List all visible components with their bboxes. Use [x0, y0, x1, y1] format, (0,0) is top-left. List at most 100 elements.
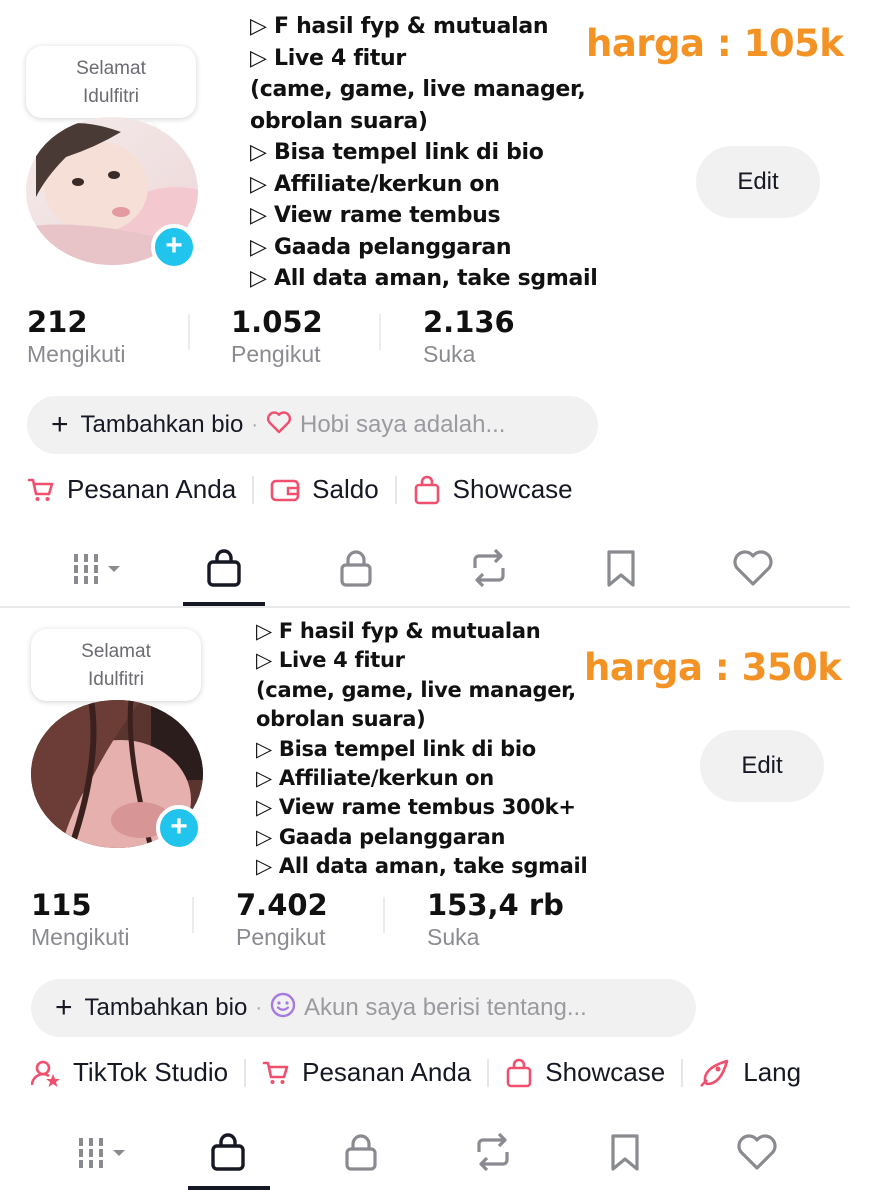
repost-icon — [473, 548, 505, 588]
edit-profile-button[interactable]: Edit — [700, 730, 824, 802]
cart-icon — [27, 478, 54, 501]
grid-menu-icon — [79, 1138, 125, 1168]
panel-separator — [0, 606, 850, 608]
bookmark-icon — [611, 1134, 639, 1171]
tab-reposts[interactable] — [463, 1122, 523, 1182]
add-bio-label: Tambahkan bio — [80, 411, 244, 438]
heart-icon — [733, 550, 773, 586]
shortcut-row: TikTok Studio Pesanan Anda Showcase Lang — [31, 1057, 859, 1088]
greeting-line-2: Idulfitri — [88, 669, 144, 690]
shortcut-divider — [244, 1058, 247, 1087]
add-bio-button[interactable]: + Tambahkan bio · Akun saya berisi tenta… — [31, 979, 696, 1037]
active-tab-indicator — [188, 1186, 270, 1190]
shortcut-label: Showcase — [452, 474, 573, 504]
feature-line: ▷ Gaada pelanggaran — [256, 824, 506, 849]
bio-separator-dot: · — [255, 996, 262, 1019]
bookmark-icon — [607, 550, 635, 587]
shortcut-label: Pesanan Anda — [302, 1057, 472, 1087]
stat-following[interactable]: 115 Mengikuti — [31, 888, 129, 952]
stat-divider — [379, 314, 381, 350]
tab-shop[interactable] — [198, 1122, 258, 1182]
tab-liked[interactable] — [727, 1122, 787, 1182]
tab-favorites[interactable] — [595, 1122, 655, 1182]
edit-profile-button[interactable]: Edit — [696, 146, 820, 218]
stat-followers[interactable]: 7.402 Pengikut — [236, 888, 328, 952]
shopping-bag-icon — [506, 1058, 532, 1087]
add-story-plus-button[interactable]: + — [151, 224, 197, 270]
greeting-line-2: Idulfitri — [83, 86, 139, 107]
wallet-icon — [270, 479, 300, 501]
grid-menu-icon — [74, 554, 120, 584]
stat-followers[interactable]: 1.052 Pengikut — [231, 305, 323, 369]
plus-icon: + — [51, 408, 69, 441]
profile-panel-1: Selamat Idulfitri + ▷ F hasil fyp & mutu… — [0, 0, 872, 606]
greeting-bubble: Selamat Idulfitri — [26, 46, 196, 118]
shortcut-showcase[interactable]: Showcase — [413, 474, 573, 505]
tab-private[interactable] — [331, 1122, 391, 1182]
feature-line: obrolan suara) — [250, 108, 428, 134]
feature-line: ▷ Affiliate/kerkun on — [250, 171, 500, 197]
feature-line: ▷ F hasil fyp & mutualan — [250, 14, 549, 39]
shortcut-label: TikTok Studio — [73, 1057, 229, 1087]
stat-divider — [383, 897, 385, 933]
bio-hint: Akun saya berisi tentang... — [303, 994, 587, 1021]
price-label: harga : 350k — [584, 646, 842, 689]
bio-separator-dot: · — [251, 413, 258, 436]
stat-divider — [188, 314, 190, 350]
shortcut-showcase[interactable]: Showcase — [505, 1057, 665, 1088]
tab-reposts[interactable] — [459, 538, 519, 598]
add-bio-label: Tambahkan bio — [84, 994, 248, 1021]
feature-line: ▷ Bisa tempel link di bio — [250, 140, 544, 165]
stat-divider — [192, 897, 194, 933]
shortcut-label: Saldo — [312, 474, 379, 504]
shortcut-row: Pesanan Anda Saldo Showcase — [27, 474, 573, 505]
cart-icon — [262, 1061, 289, 1084]
content-tabs — [0, 538, 872, 608]
stat-label: Pengikut — [236, 924, 326, 950]
shortcut-lang[interactable]: Lang — [699, 1057, 801, 1088]
features-list: ▷ F hasil fyp & mutualan ▷ Live 4 fitur … — [250, 11, 598, 295]
feature-line: ▷ View rame tembus 300k+ — [256, 795, 576, 820]
tab-shop[interactable] — [194, 538, 254, 598]
tab-videos-grid[interactable] — [70, 538, 130, 598]
feature-line: ▷ Live 4 fitur — [256, 648, 405, 673]
feature-line: obrolan suara) — [256, 707, 426, 732]
repost-icon — [477, 1132, 509, 1172]
stat-label: Mengikuti — [31, 924, 130, 950]
stat-value: 153,4 rb — [427, 888, 564, 922]
shop-bag-icon — [207, 549, 241, 587]
shortcut-orders[interactable]: Pesanan Anda — [262, 1057, 471, 1088]
shop-bag-icon — [211, 1133, 245, 1171]
shortcut-divider — [487, 1058, 490, 1087]
tab-private[interactable] — [326, 538, 386, 598]
greeting-line-1: Selamat — [81, 641, 151, 662]
shortcut-label: Lang — [743, 1057, 802, 1087]
feature-line: ▷ All data aman, take sgmail — [250, 266, 598, 291]
heart-outline-icon — [266, 410, 292, 441]
shortcut-label: Pesanan Anda — [67, 474, 237, 504]
shortcut-tiktok-studio[interactable]: TikTok Studio — [31, 1057, 228, 1088]
features-list: ▷ F hasil fyp & mutualan ▷ Live 4 fitur … — [256, 617, 588, 882]
stat-likes[interactable]: 153,4 rb Suka — [427, 888, 564, 952]
add-story-plus-button[interactable]: + — [156, 805, 202, 851]
shortcut-divider — [681, 1058, 684, 1087]
shortcut-orders[interactable]: Pesanan Anda — [27, 474, 236, 505]
tab-favorites[interactable] — [591, 538, 651, 598]
stat-likes[interactable]: 2.136 Suka — [423, 305, 515, 369]
stat-value: 7.402 — [236, 888, 328, 922]
content-tabs — [0, 1122, 872, 1192]
stat-label: Suka — [427, 924, 480, 950]
stat-label: Mengikuti — [27, 341, 126, 367]
price-label: harga : 105k — [586, 22, 844, 65]
stat-value: 1.052 — [231, 305, 323, 339]
feature-line: ▷ Affiliate/kerkun on — [256, 766, 494, 791]
add-bio-button[interactable]: + Tambahkan bio · Hobi saya adalah... — [27, 396, 598, 454]
heart-icon — [737, 1134, 777, 1170]
tab-videos-grid[interactable] — [75, 1122, 135, 1182]
stat-label: Suka — [423, 341, 476, 367]
greeting-line-1: Selamat — [76, 58, 146, 79]
shortcut-balance[interactable]: Saldo — [270, 474, 379, 505]
tab-liked[interactable] — [723, 538, 783, 598]
feature-line: ▷ View rame tembus — [250, 203, 501, 228]
stat-following[interactable]: 212 Mengikuti — [27, 305, 125, 369]
